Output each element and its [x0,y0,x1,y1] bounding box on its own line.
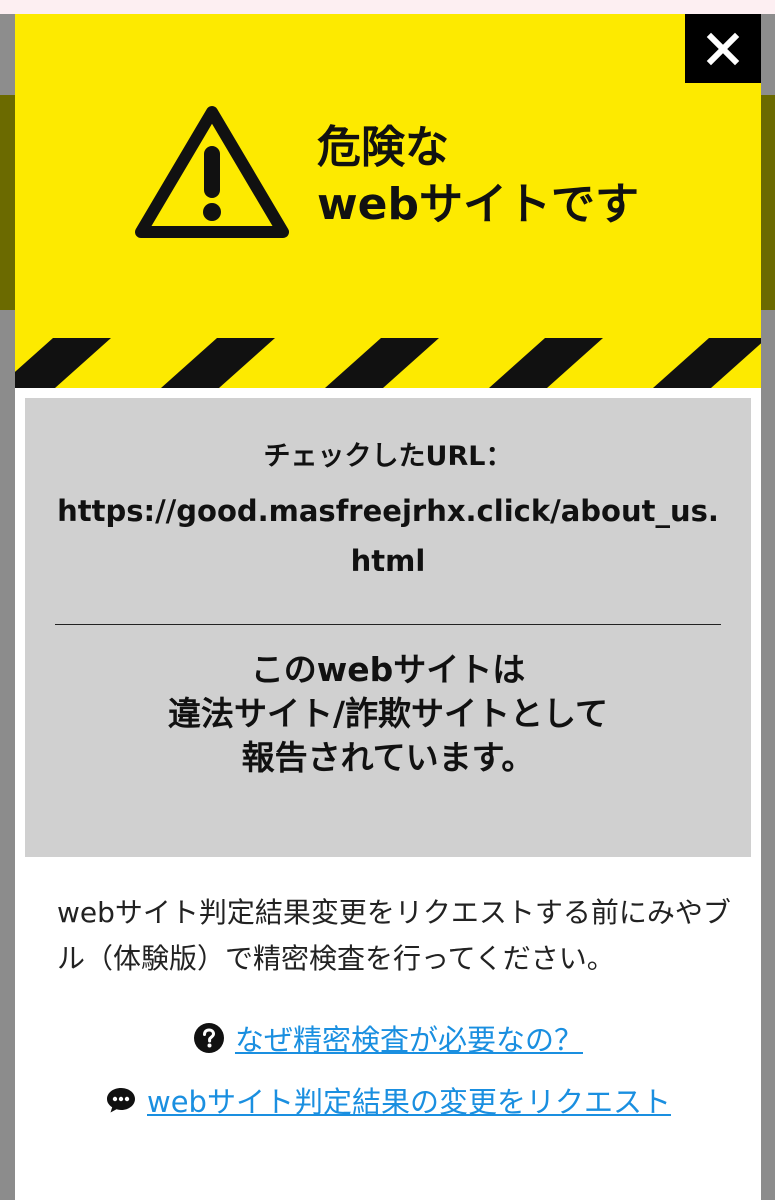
page-title: 危険な webサイトです [317,119,639,233]
why-inspection-link-row: なぜ精密検査が必要なの？ [15,1017,761,1059]
verdict-line-1: このwebサイトは [250,650,526,689]
warning-header: 危険な webサイトです [15,14,761,388]
hazard-stripes [15,338,761,388]
top-status-bar [0,0,775,14]
instruction-text: webサイト判定結果変更をリクエストする前にみやブル（体験版）で精密検査を行って… [57,896,731,975]
verdict-line-3: 報告されています。 [241,738,535,777]
title-line-1: 危険な [317,122,449,173]
request-change-link-row: webサイト判定結果の変更をリクエスト [15,1079,761,1121]
verdict-message: このwebサイトは 違法サイト/詐欺サイトとして 報告されています。 [25,648,751,780]
check-result-panel: チェックしたURL： https://good.masfreejrhx.clic… [25,398,751,857]
checked-url-label: チェックしたURL： [263,441,513,472]
checked-url-value: https://good.masfreejrhx.click/about_us.… [57,494,719,578]
danger-warning-dialog: 危険な webサイトです チェックしたURL： https://good.mas… [15,14,761,1200]
warning-triangle-icon [135,106,289,238]
why-inspection-link[interactable]: なぜ精密検査が必要なの？ [235,1017,583,1059]
chat-bubble-icon [107,1088,135,1113]
verdict-line-2: 違法サイト/詐欺サイトとして [167,694,609,733]
close-button[interactable] [685,14,761,83]
title-line-2: webサイトです [317,179,639,230]
request-change-link[interactable]: webサイト判定結果の変更をリクエスト [147,1079,671,1121]
divider [55,624,721,625]
close-icon [706,32,740,65]
question-circle-icon [193,1023,224,1053]
